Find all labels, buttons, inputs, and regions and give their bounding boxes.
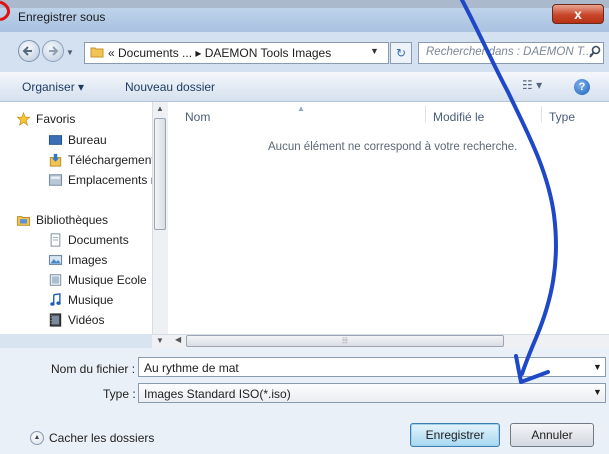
empty-list-message: Aucun élément ne correspond à votre rech…	[268, 141, 518, 153]
search-placeholder: Rechercher dans : DAEMON T...	[426, 46, 593, 58]
nav-item-label: Images	[68, 253, 108, 267]
video-icon	[49, 313, 62, 327]
downloads-icon	[49, 153, 62, 167]
hide-folders-link[interactable]: Cacher les dossiers	[49, 431, 154, 445]
title-bar-top-strip	[0, 0, 609, 8]
back-button[interactable]	[18, 40, 40, 62]
recent-places-icon	[48, 174, 63, 186]
scroll-up-icon[interactable]: ▲	[156, 104, 164, 113]
breadcrumb[interactable]: « Documents ... ▸ DAEMON Tools Images	[108, 46, 331, 60]
type-dropdown-icon[interactable]: ▼	[593, 387, 602, 397]
music-library-icon	[49, 274, 62, 286]
filename-dropdown-icon[interactable]: ▼	[593, 362, 602, 372]
navigation-scroll-thumb[interactable]	[154, 118, 166, 230]
hide-folders-toggle-icon[interactable]: ▲	[30, 431, 44, 445]
column-divider[interactable]	[541, 106, 542, 122]
horizontal-scroll-thumb[interactable]: ⦙⦙⦙	[186, 335, 504, 347]
nav-favorites-label: Favoris	[36, 112, 76, 126]
view-options-button[interactable]: ☷ ▾	[522, 78, 552, 96]
forward-button[interactable]	[42, 40, 64, 62]
recent-pages-dropdown-icon[interactable]: ▼	[66, 48, 74, 57]
nav-libraries-label: Bibliothèques	[36, 213, 109, 227]
cancel-button[interactable]: Annuler	[510, 423, 594, 447]
refresh-button[interactable]: ↻	[390, 42, 412, 64]
library-icon	[16, 216, 31, 226]
folder-icon	[90, 47, 104, 58]
window-title: Enregistrer sous	[18, 10, 106, 24]
navigation-pane: Favoris Bureau Téléchargements Emplaceme…	[0, 102, 168, 334]
nav-item-label: Musique	[68, 293, 114, 307]
organise-menu-button[interactable]: Organiser ▾	[22, 80, 84, 94]
address-dropdown-icon[interactable]: ▼	[370, 46, 379, 56]
pictures-icon	[48, 255, 63, 265]
star-icon	[16, 112, 31, 126]
type-selected-value[interactable]: Images Standard ISO(*.iso)	[144, 387, 291, 401]
column-divider[interactable]	[425, 106, 426, 122]
scroll-down-icon[interactable]: ▼	[156, 336, 164, 345]
filename-value[interactable]: Au rythme de mat	[144, 361, 239, 375]
scroll-left-icon[interactable]: ◀	[175, 335, 181, 344]
music-note-icon	[50, 293, 61, 306]
nav-item-label: Bureau	[68, 133, 107, 147]
file-list[interactable]	[168, 102, 609, 334]
new-folder-button[interactable]: Nouveau dossier	[125, 80, 215, 94]
command-toolbar	[0, 72, 609, 102]
back-arrow-icon	[22, 46, 32, 56]
nav-item-label: Téléchargements	[68, 153, 161, 167]
search-icon[interactable]	[589, 45, 601, 59]
nav-item-label: Documents	[68, 233, 129, 247]
desktop-icon	[48, 135, 63, 145]
filename-label: Nom du fichier :	[51, 362, 136, 376]
column-header-type[interactable]: Type	[549, 110, 575, 124]
column-header-name[interactable]: Nom	[185, 110, 210, 124]
grip-icon: ⦙⦙⦙	[342, 336, 348, 345]
nav-item-label: Emplacements ré	[68, 173, 162, 187]
nav-item-label: Vidéos	[68, 313, 105, 327]
help-button[interactable]: ?	[574, 79, 590, 95]
type-label: Type :	[103, 387, 136, 401]
forward-arrow-icon	[49, 46, 59, 56]
nav-item-label: Musique Ecole	[68, 273, 147, 287]
document-icon	[50, 233, 61, 247]
save-button[interactable]: Enregistrer	[410, 423, 500, 447]
column-header-modified[interactable]: Modifié le	[433, 110, 484, 124]
close-button[interactable]: x	[552, 4, 604, 24]
refresh-icon: ↻	[395, 46, 407, 60]
sort-ascending-icon: ▲	[297, 104, 305, 113]
